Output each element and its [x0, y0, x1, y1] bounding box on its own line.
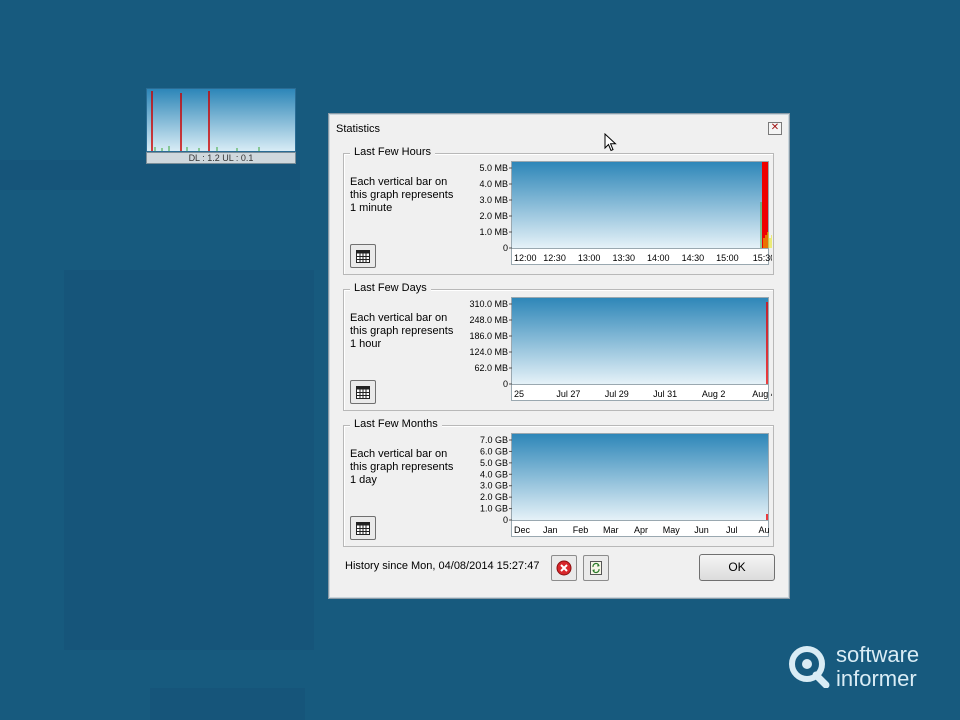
desktop-shade: [0, 160, 300, 190]
close-icon[interactable]: ✕: [768, 122, 782, 135]
y-tick-label: 0: [503, 379, 508, 389]
y-tick-label: 6.0 GB: [480, 446, 508, 456]
calendar-icon: [356, 521, 370, 535]
y-tick-label: 0: [503, 243, 508, 253]
group-description: Each vertical bar on this graph represen…: [350, 448, 454, 486]
x-tick-label: Jul 31: [653, 389, 677, 399]
group-last-few-days: Last Few Days Each vertical bar on this …: [343, 282, 774, 411]
plot-area: [511, 297, 769, 385]
x-tick-label: Jun: [694, 525, 709, 535]
y-tick-label: 310.0 MB: [469, 299, 508, 309]
calendar-button[interactable]: [350, 244, 376, 268]
group-last-few-hours: Last Few Hours Each vertical bar on this…: [343, 146, 774, 275]
x-tick-label: 12:30: [543, 253, 566, 263]
group-legend: Last Few Hours: [350, 146, 436, 158]
y-tick-label: 248.0 MB: [469, 315, 508, 325]
magnifier-logo-icon: [789, 646, 830, 688]
y-tick-label: 7.0 GB: [480, 435, 508, 445]
x-tick-label: 15:00: [716, 253, 739, 263]
y-tick-label: 1.0 GB: [480, 504, 508, 514]
mini-bandwidth-widget[interactable]: DL : 1.2 UL : 0.1: [146, 88, 296, 164]
y-tick-label: 5.0 MB: [479, 163, 508, 173]
group-legend: Last Few Days: [350, 282, 431, 294]
y-tick-label: 1.0 MB: [479, 227, 508, 237]
y-tick-label: 4.0 MB: [479, 179, 508, 189]
dialog-title: Statistics: [336, 123, 381, 135]
logo-text-line1: software: [836, 642, 920, 667]
desktop-shade: [64, 270, 314, 650]
mini-readout: DL : 1.2 UL : 0.1: [146, 152, 296, 164]
x-tick-label: Aug 4: [752, 389, 772, 399]
x-tick-label: Jul: [726, 525, 738, 535]
mini-graph-bars: [151, 91, 260, 151]
group-description: Each vertical bar on this graph represen…: [350, 312, 454, 350]
days-chart: 310.0 MB 248.0 MB 186.0 MB 124.0 MB 62.0 MB 0…: [469, 297, 772, 401]
y-tick-label: 186.0 MB: [469, 331, 508, 341]
y-tick-label: 2.0 GB: [480, 492, 508, 502]
mouse-cursor-icon: [604, 133, 617, 152]
x-tick-label: Apr: [634, 525, 648, 535]
x-tick-label: 25: [514, 389, 524, 399]
y-tick-label: 0: [503, 515, 508, 525]
months-chart: 7.0 GB6.0 GB 5.0 GB4.0 GB 3.0 GB2.0 GB 1.0 …: [480, 433, 770, 537]
y-tick-label: 5.0 GB: [480, 458, 508, 468]
x-tick-label: Jul 29: [605, 389, 629, 399]
mini-graph: [146, 88, 296, 152]
history-status: History since Mon, 04/08/2014 15:27:47: [345, 560, 540, 572]
recent-activity-bar: [762, 162, 768, 248]
plot-area: [511, 161, 769, 249]
hours-chart: 5.0 MB 4.0 MB 3.0 MB 2.0 MB 1.0 MB 0 12:00 12:3…: [479, 161, 772, 265]
group-legend: Last Few Months: [350, 418, 442, 430]
x-tick-label: Au: [758, 525, 769, 535]
y-tick-label: 4.0 GB: [480, 469, 508, 479]
plot-area: [511, 433, 769, 521]
y-tick-label: 124.0 MB: [469, 347, 508, 357]
x-tick-label: Feb: [573, 525, 589, 535]
x-tick-label: 14:00: [647, 253, 670, 263]
group-description: Each vertical bar on this graph represen…: [350, 176, 454, 214]
x-axis-strip: [511, 384, 769, 401]
title-bar[interactable]: Statistics ✕: [329, 114, 789, 142]
x-tick-label: Aug 2: [702, 389, 726, 399]
y-tick-label: 2.0 MB: [479, 211, 508, 221]
x-tick-label: Jul 27: [556, 389, 580, 399]
x-tick-label: 12:00: [514, 253, 537, 263]
x-tick-label: 13:30: [612, 253, 635, 263]
x-tick-label: Dec: [514, 525, 531, 535]
calendar-button[interactable]: [350, 516, 376, 540]
x-tick-label: 13:00: [578, 253, 601, 263]
delete-history-button[interactable]: [551, 555, 577, 581]
logo-text-line2: informer: [836, 666, 917, 691]
statistics-dialog: Statistics ✕ Last Few Hours Each vertica…: [328, 113, 790, 599]
x-tick-label: 14:30: [682, 253, 705, 263]
x-tick-label: Jan: [543, 525, 558, 535]
software-informer-logo: software informer: [786, 642, 946, 692]
x-tick-label: 15:30: [753, 253, 772, 263]
refresh-button[interactable]: [583, 555, 609, 581]
group-last-few-months: Last Few Months Each vertical bar on thi…: [343, 418, 774, 547]
x-tick-label: Mar: [603, 525, 619, 535]
x-tick-label: May: [663, 525, 681, 535]
calendar-button[interactable]: [350, 380, 376, 404]
y-tick-label: 62.0 MB: [474, 363, 508, 373]
ok-button[interactable]: OK: [699, 554, 775, 581]
refresh-icon: [590, 561, 602, 575]
delete-history-icon: [556, 560, 572, 576]
y-tick-label: 3.0 GB: [480, 481, 508, 491]
y-tick-label: 3.0 MB: [479, 195, 508, 205]
calendar-icon: [356, 385, 370, 399]
calendar-icon: [356, 249, 370, 263]
desktop-shade: [150, 688, 305, 720]
